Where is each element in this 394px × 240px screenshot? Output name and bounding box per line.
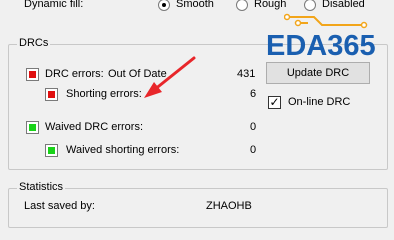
waived-drc-errors-status-square [26, 121, 39, 134]
shorting-errors-red-fill [48, 91, 55, 98]
drcs-group-title: DRCs [17, 37, 51, 49]
statistics-group-title: Statistics [17, 181, 66, 193]
last-saved-by-label: Last saved by: [24, 200, 95, 212]
waived-shorting-errors-green-fill [48, 147, 55, 154]
shorting-errors-status-square [45, 88, 58, 101]
drc-errors-status-square [26, 68, 39, 81]
drc-errors-label: DRC errors: [45, 68, 104, 80]
smooth-radio-label: Smooth [176, 0, 214, 10]
waived-shorting-errors-status-square [45, 144, 58, 157]
drc-errors-red-fill [29, 71, 36, 78]
waived-drc-errors-label: Waived DRC errors: [45, 121, 143, 133]
drc-errors-count: 431 [237, 68, 256, 80]
shorting-errors-label: Shorting errors: [66, 88, 142, 100]
last-saved-by-value: ZHAOHB [206, 200, 252, 212]
annotation-arrow-icon [144, 56, 196, 98]
shorting-errors-count: 6 [250, 88, 257, 100]
waived-drc-errors-count: 0 [250, 121, 257, 133]
waived-shorting-errors-count: 0 [250, 144, 257, 156]
waived-drc-errors-green-fill [29, 124, 36, 131]
smooth-radio-button[interactable] [158, 0, 170, 11]
update-drc-button[interactable]: Update DRC [266, 62, 370, 84]
eda365-watermark-logo: EDA365 [266, 30, 376, 62]
checkmark-icon: ✓ [269, 95, 280, 109]
online-drc-label: On-line DRC [288, 96, 351, 108]
waived-shorting-errors-label: Waived shorting errors: [66, 144, 180, 156]
dynamic-fill-label: Dynamic fill: [24, 0, 84, 10]
rough-radio-button[interactable] [236, 0, 248, 11]
rough-radio-label: Rough [254, 0, 287, 10]
online-drc-checkbox[interactable]: ✓ [268, 95, 281, 109]
